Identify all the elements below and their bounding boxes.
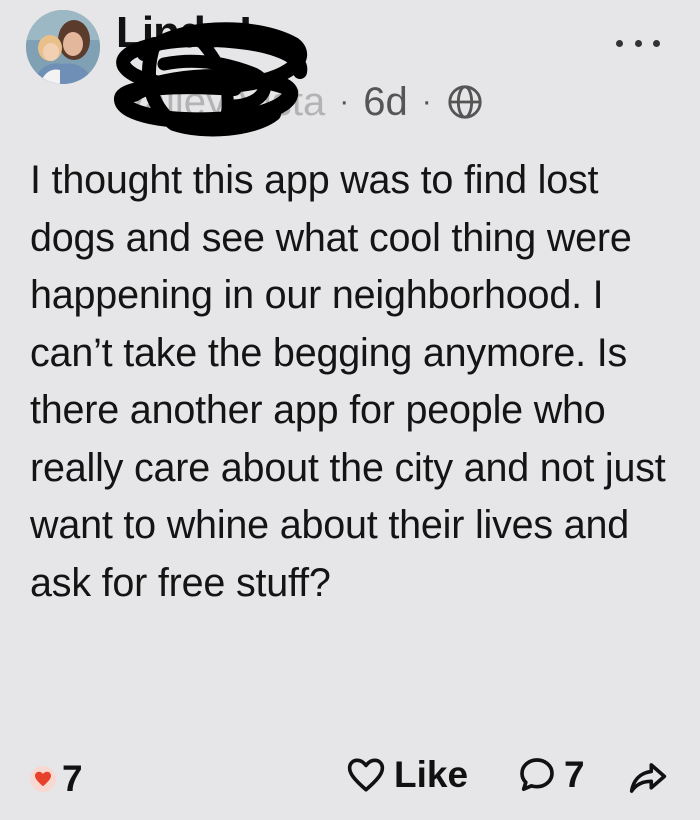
like-button[interactable]: Like [346, 754, 468, 796]
post-timestamp: 6d [363, 79, 408, 124]
heart-icon [30, 766, 56, 792]
reaction-count: 7 [62, 758, 83, 799]
menu-dot [634, 39, 642, 47]
author-avatar[interactable] [26, 10, 100, 84]
menu-dot [616, 39, 623, 47]
post-body: I thought this app was to find lost dogs… [30, 158, 666, 605]
comment-button[interactable]: 7 [516, 754, 585, 796]
share-arrow-icon [629, 763, 667, 793]
post-footer: 7 Like 7 [0, 748, 700, 814]
comment-count: 7 [564, 754, 585, 795]
share-button[interactable] [628, 760, 668, 801]
meta-separator: · [421, 85, 432, 118]
like-label: Like [394, 754, 469, 795]
redaction-scribble [114, 22, 308, 137]
menu-dot [653, 39, 660, 47]
reaction-summary[interactable]: 7 [30, 758, 83, 800]
avatar-photo [26, 10, 100, 84]
meta-separator: · [339, 85, 350, 118]
globe-icon [448, 85, 482, 119]
post-card: Linda L. Valley Vista · 6d · I thought t… [0, 0, 700, 820]
more-options-icon[interactable] [616, 28, 660, 58]
comment-bubble-icon [520, 758, 554, 791]
heart-outline-icon [347, 758, 385, 792]
